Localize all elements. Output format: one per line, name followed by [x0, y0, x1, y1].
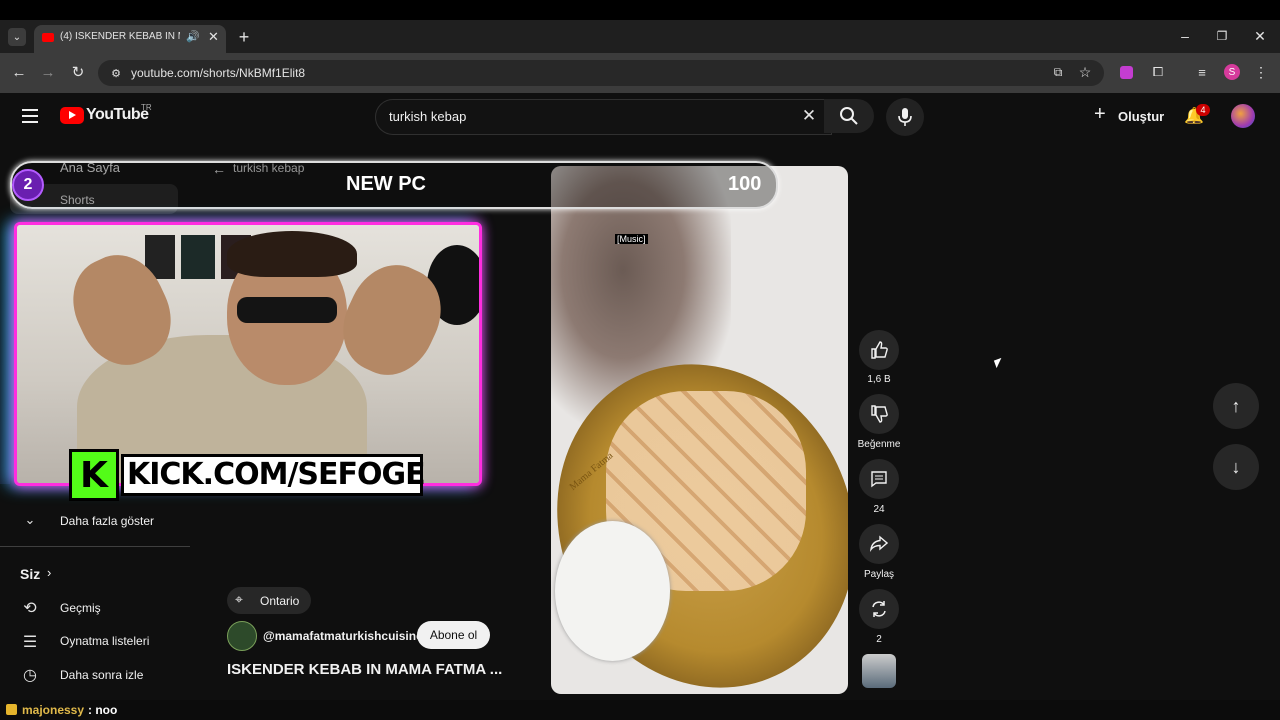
like-count: 1,6 B: [867, 374, 891, 385]
media-control-icon[interactable]: ≡: [1194, 64, 1210, 80]
notification-count-badge: 4: [1196, 104, 1210, 116]
kick-channel-banner: K KICK.COM/SEFOGE: [69, 449, 426, 501]
share-button[interactable]: [859, 524, 899, 564]
badge-number: 2: [12, 169, 44, 201]
youtube-logo-icon[interactable]: [60, 107, 84, 124]
create-button[interactable]: + Oluştur: [1094, 103, 1165, 126]
search-icon: [840, 107, 858, 125]
window-close-icon[interactable]: ✕: [1251, 28, 1269, 44]
location-pin-icon: ⌖: [235, 591, 243, 607]
video-title[interactable]: ISKENDER KEBAB IN MAMA FATMA ...: [227, 661, 502, 678]
like-button[interactable]: [859, 330, 899, 370]
url-text: youtube.com/shorts/NkBMf1Elit8: [131, 66, 306, 80]
install-app-icon[interactable]: ⧉: [1050, 64, 1066, 80]
os-top-bar: [0, 0, 1280, 20]
banner-title: NEW PC: [346, 173, 426, 195]
poster: [181, 235, 215, 279]
youtube-logo-text[interactable]: YouTube: [86, 106, 149, 124]
arrow-down-icon: ↓: [1231, 456, 1241, 477]
location-label: Ontario: [260, 594, 300, 608]
sidebar-divider: [0, 546, 190, 547]
next-short-button[interactable]: ↓: [1213, 444, 1259, 490]
back-icon[interactable]: ←: [10, 63, 28, 81]
browser-menu-icon[interactable]: ⋮: [1254, 64, 1268, 80]
chat-badge-icon: [6, 704, 17, 715]
region-code: TR: [141, 103, 152, 112]
comment-count: 24: [873, 504, 885, 515]
clear-search-icon[interactable]: ✕: [800, 106, 818, 125]
speaker-icon[interactable]: 🔊: [186, 30, 200, 43]
account-avatar[interactable]: [1231, 104, 1255, 128]
comments-button[interactable]: [859, 459, 899, 499]
thumbs-up-icon: [871, 341, 888, 359]
banner-value: 100: [728, 173, 762, 195]
search-button[interactable]: [824, 99, 874, 133]
extension-shield-icon[interactable]: [1120, 66, 1133, 79]
youtube-favicon-icon: [42, 33, 54, 42]
sound-thumbnail[interactable]: [862, 654, 896, 688]
hamburger-menu-icon[interactable]: [22, 109, 38, 123]
new-pc-goal-banner: NEW PC 100: [10, 161, 778, 209]
streamer-webcam: [14, 222, 482, 486]
extensions-icon[interactable]: ⧠: [1150, 64, 1166, 80]
chevron-down-icon[interactable]: ⌄: [22, 512, 38, 527]
location-chip[interactable]: ⌖ Ontario: [227, 587, 311, 614]
reload-icon[interactable]: ↻: [69, 63, 87, 81]
microphone-icon: [898, 108, 912, 126]
previous-short-button[interactable]: ↑: [1213, 383, 1259, 429]
tab-close-icon[interactable]: ✕: [208, 29, 219, 45]
sidebar-item-watch-later[interactable]: Daha sonra izle: [60, 668, 143, 682]
channel-avatar[interactable]: [227, 621, 257, 651]
search-value: turkish kebap: [389, 109, 467, 124]
video-caption: [Music]: [615, 234, 648, 244]
mouse-cursor-icon: [993, 357, 1005, 369]
url-bar[interactable]: ⚙ youtube.com/shorts/NkBMf1Elit8: [98, 60, 1104, 86]
plus-icon: +: [1094, 103, 1106, 125]
yogurt: [555, 521, 670, 661]
subscribe-button[interactable]: Abone ol: [417, 621, 490, 649]
voice-search-button[interactable]: [886, 98, 924, 136]
kick-logo: K: [69, 449, 119, 501]
sidebar-hidden-area: [0, 224, 10, 484]
restore-icon[interactable]: ❐: [1213, 28, 1231, 44]
remix-icon: [872, 601, 886, 617]
chevron-right-icon[interactable]: ›: [47, 565, 51, 580]
history-icon: ⟲: [23, 600, 37, 617]
person-hair: [227, 231, 357, 277]
sidebar-item-playlists[interactable]: Oynatma listeleri: [60, 634, 149, 648]
chat-message: : noo: [88, 703, 118, 717]
kick-url: KICK.COM/SEFOGE: [127, 457, 426, 492]
share-icon: [870, 535, 888, 552]
dislike-label: Beğenme: [857, 439, 901, 450]
site-info-icon[interactable]: ⚙: [108, 65, 124, 81]
clock-icon: ◷: [23, 667, 37, 684]
remix-count: 2: [876, 634, 882, 645]
tab-title: (4) ISKENDER KEBAB IN MA: [60, 31, 180, 42]
profile-avatar[interactable]: S: [1224, 64, 1240, 80]
minimize-icon[interactable]: –: [1176, 28, 1194, 44]
tab-list-icon[interactable]: ⌄: [8, 28, 26, 46]
stream-chat-bar: majonessy : noo: [0, 700, 1280, 720]
sunglasses: [237, 297, 337, 323]
sidebar-show-more[interactable]: Daha fazla göster: [60, 514, 154, 528]
arrow-up-icon: ↑: [1231, 395, 1241, 416]
sidebar-item-history[interactable]: Geçmiş: [60, 601, 101, 615]
dislike-button[interactable]: [859, 394, 899, 434]
short-video-player[interactable]: Mama Fatma [Music]: [551, 166, 848, 694]
new-tab-icon[interactable]: +: [234, 27, 254, 47]
comment-icon: [871, 471, 887, 488]
browser-tab[interactable]: (4) ISKENDER KEBAB IN MA 🔊 ✕: [34, 25, 226, 53]
remix-button[interactable]: [859, 589, 899, 629]
playlists-icon: ☰: [22, 634, 38, 651]
chat-username: majonessy: [22, 703, 85, 717]
channel-handle[interactable]: @mamafatmaturkishcuisine: [263, 629, 423, 643]
sidebar-you-heading[interactable]: Siz: [20, 566, 40, 582]
share-label: Paylaş: [863, 569, 894, 580]
search-input[interactable]: turkish kebap ✕: [375, 99, 832, 135]
create-label: Oluştur: [1118, 109, 1165, 124]
thumbs-down-icon: [871, 405, 888, 423]
forward-icon[interactable]: →: [39, 63, 57, 81]
bookmark-star-icon[interactable]: ☆: [1077, 64, 1093, 80]
